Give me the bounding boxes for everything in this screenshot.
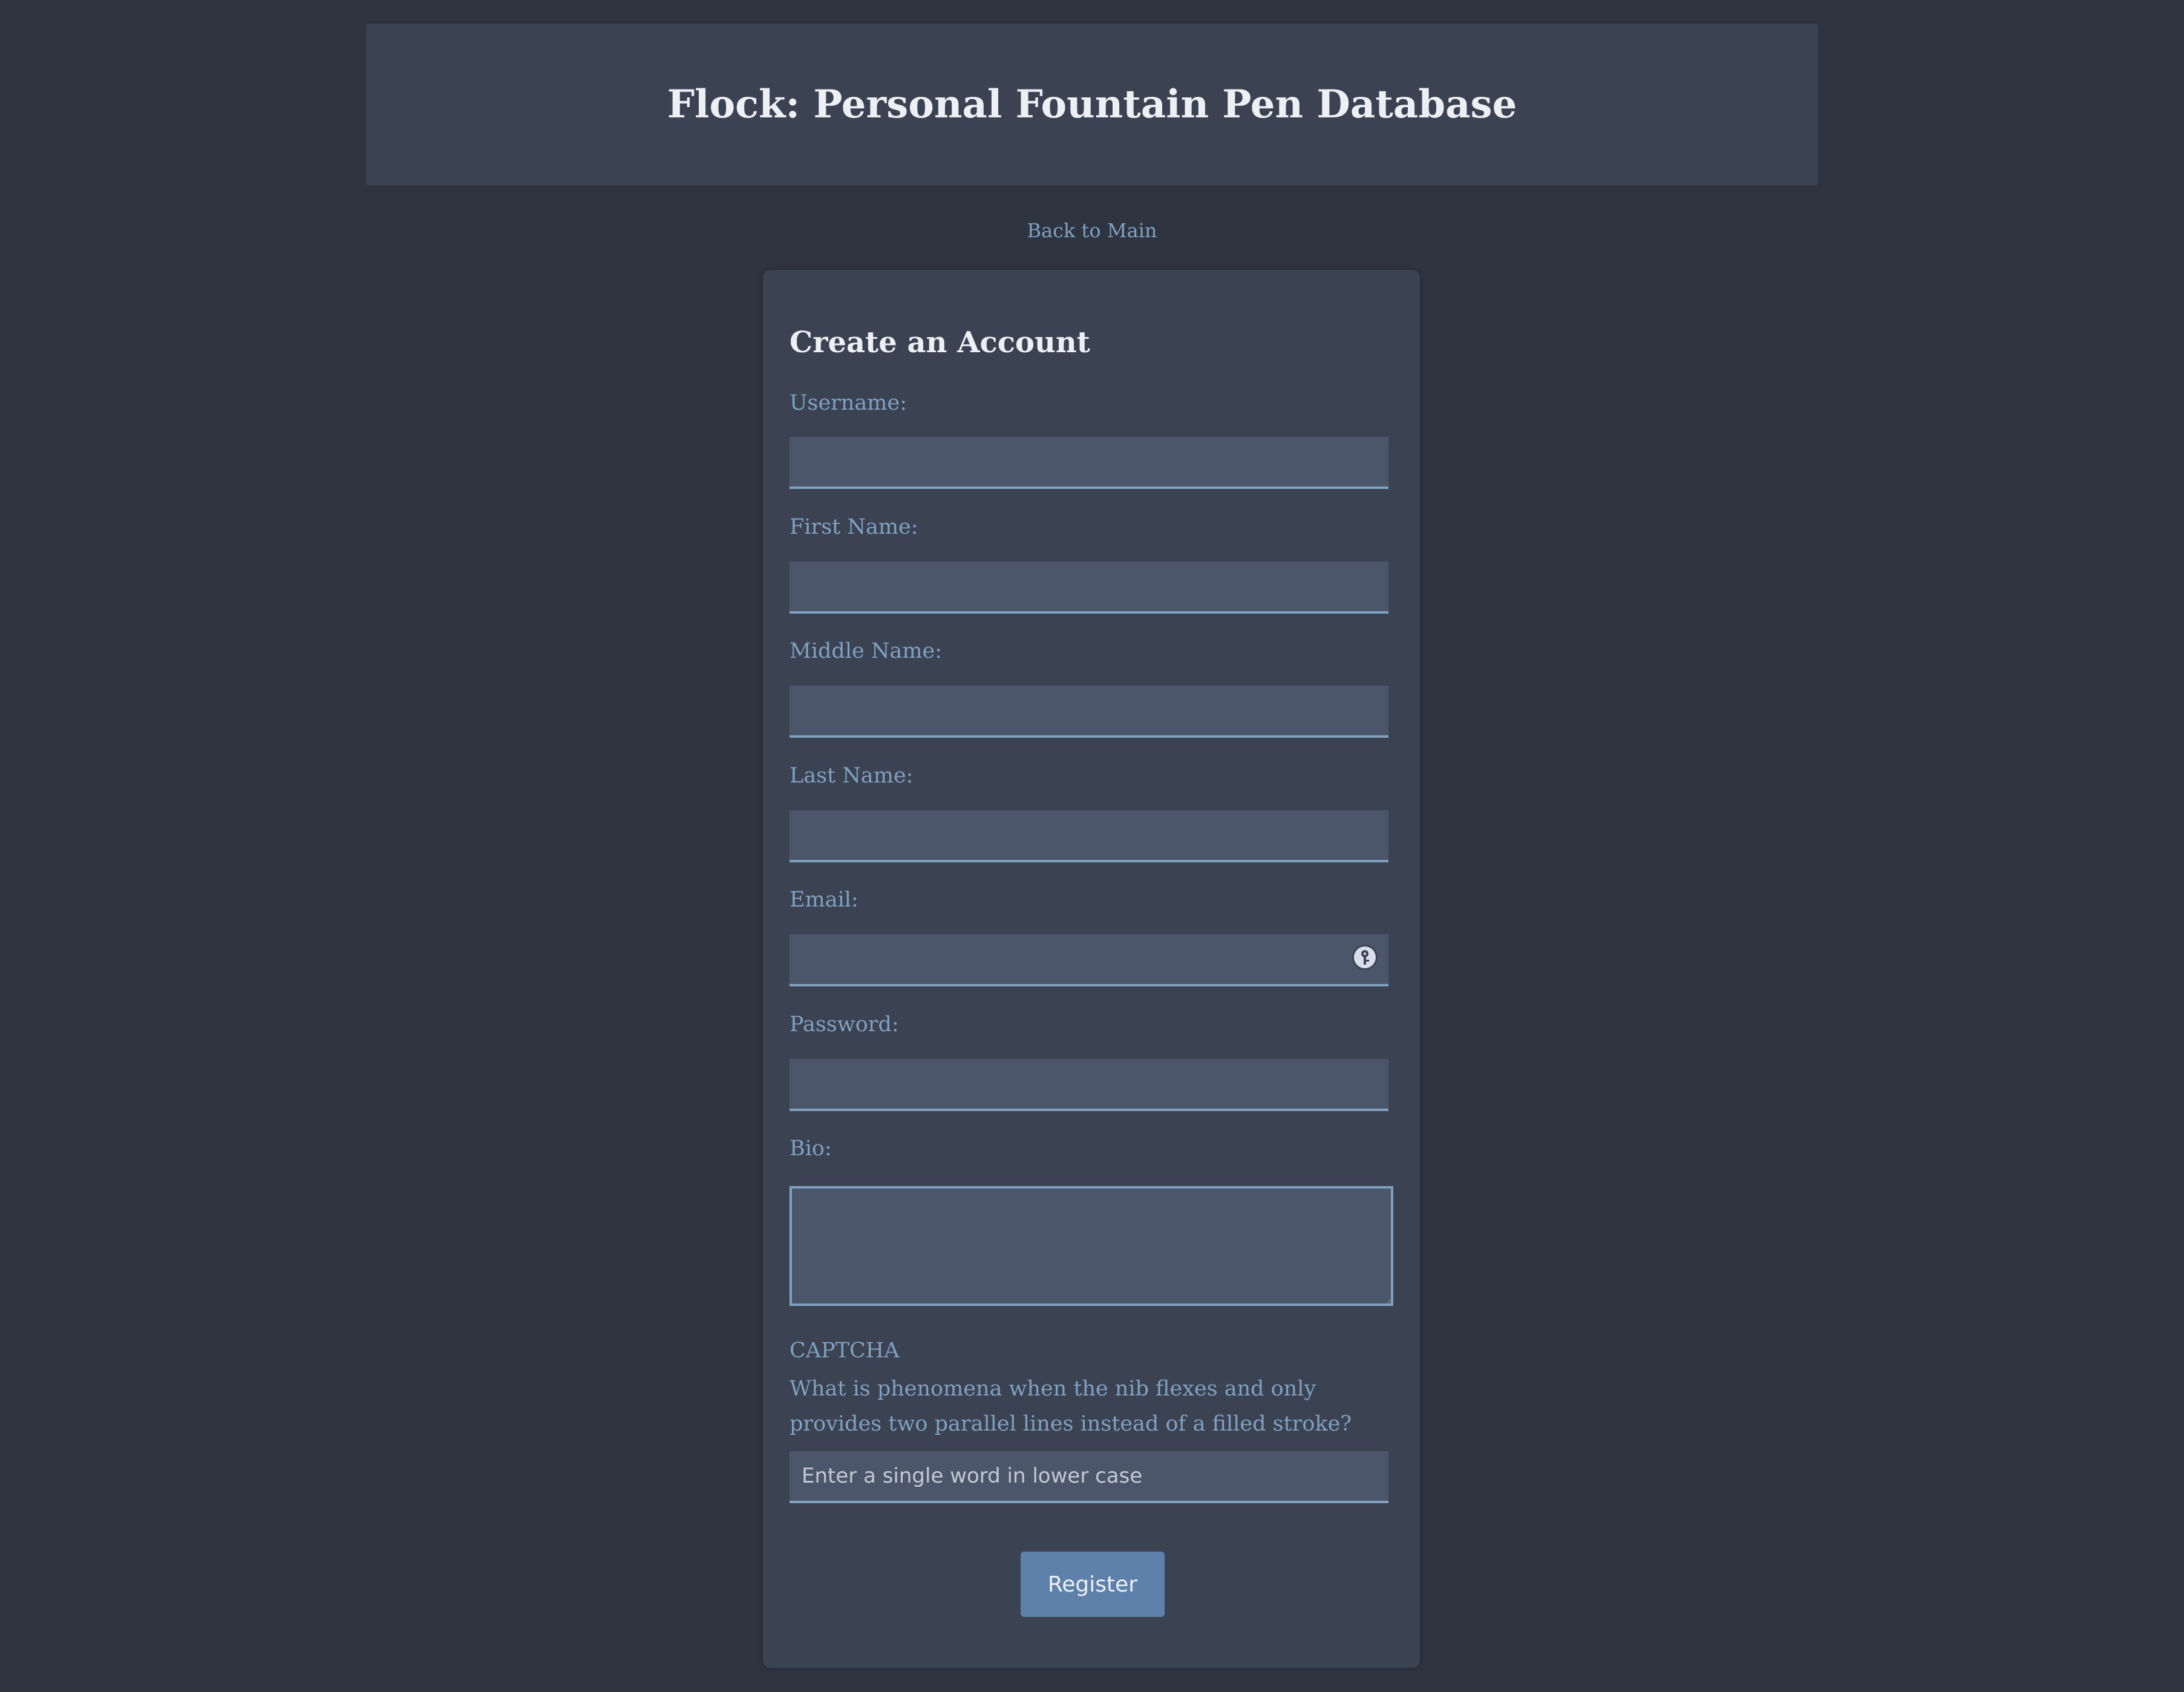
email-input[interactable] (790, 934, 1388, 986)
middle-name-label: Middle Name: (790, 639, 943, 663)
captcha-input[interactable] (790, 1451, 1388, 1503)
bio-textarea[interactable] (790, 1186, 1393, 1306)
email-label: Email: (790, 888, 858, 912)
middle-name-input[interactable] (790, 686, 1388, 738)
username-input[interactable] (790, 437, 1388, 489)
captcha-question: What is phenomena when the nib flexes an… (790, 1377, 1352, 1436)
form-title: Create an Account (790, 326, 1090, 359)
first-name-label: First Name: (790, 515, 918, 539)
password-input[interactable] (790, 1059, 1388, 1111)
username-label: Username: (790, 391, 907, 415)
page-header: Flock: Personal Fountain Pen Database (366, 24, 1818, 185)
bio-label: Bio: (790, 1136, 832, 1161)
password-manager-key-icon[interactable] (1352, 945, 1378, 970)
back-to-main-link[interactable]: Back to Main (0, 219, 2184, 242)
captcha-heading: CAPTCHA (790, 1339, 900, 1363)
password-label: Password: (790, 1012, 899, 1037)
register-button[interactable]: Register (1021, 1552, 1165, 1617)
registration-card: Create an Account Username: First Name: … (763, 270, 1420, 1668)
page-title: Flock: Personal Fountain Pen Database (667, 82, 1517, 127)
key-glyph-icon (1361, 950, 1369, 965)
last-name-input[interactable] (790, 810, 1388, 862)
last-name-label: Last Name: (790, 764, 914, 788)
first-name-input[interactable] (790, 562, 1388, 614)
